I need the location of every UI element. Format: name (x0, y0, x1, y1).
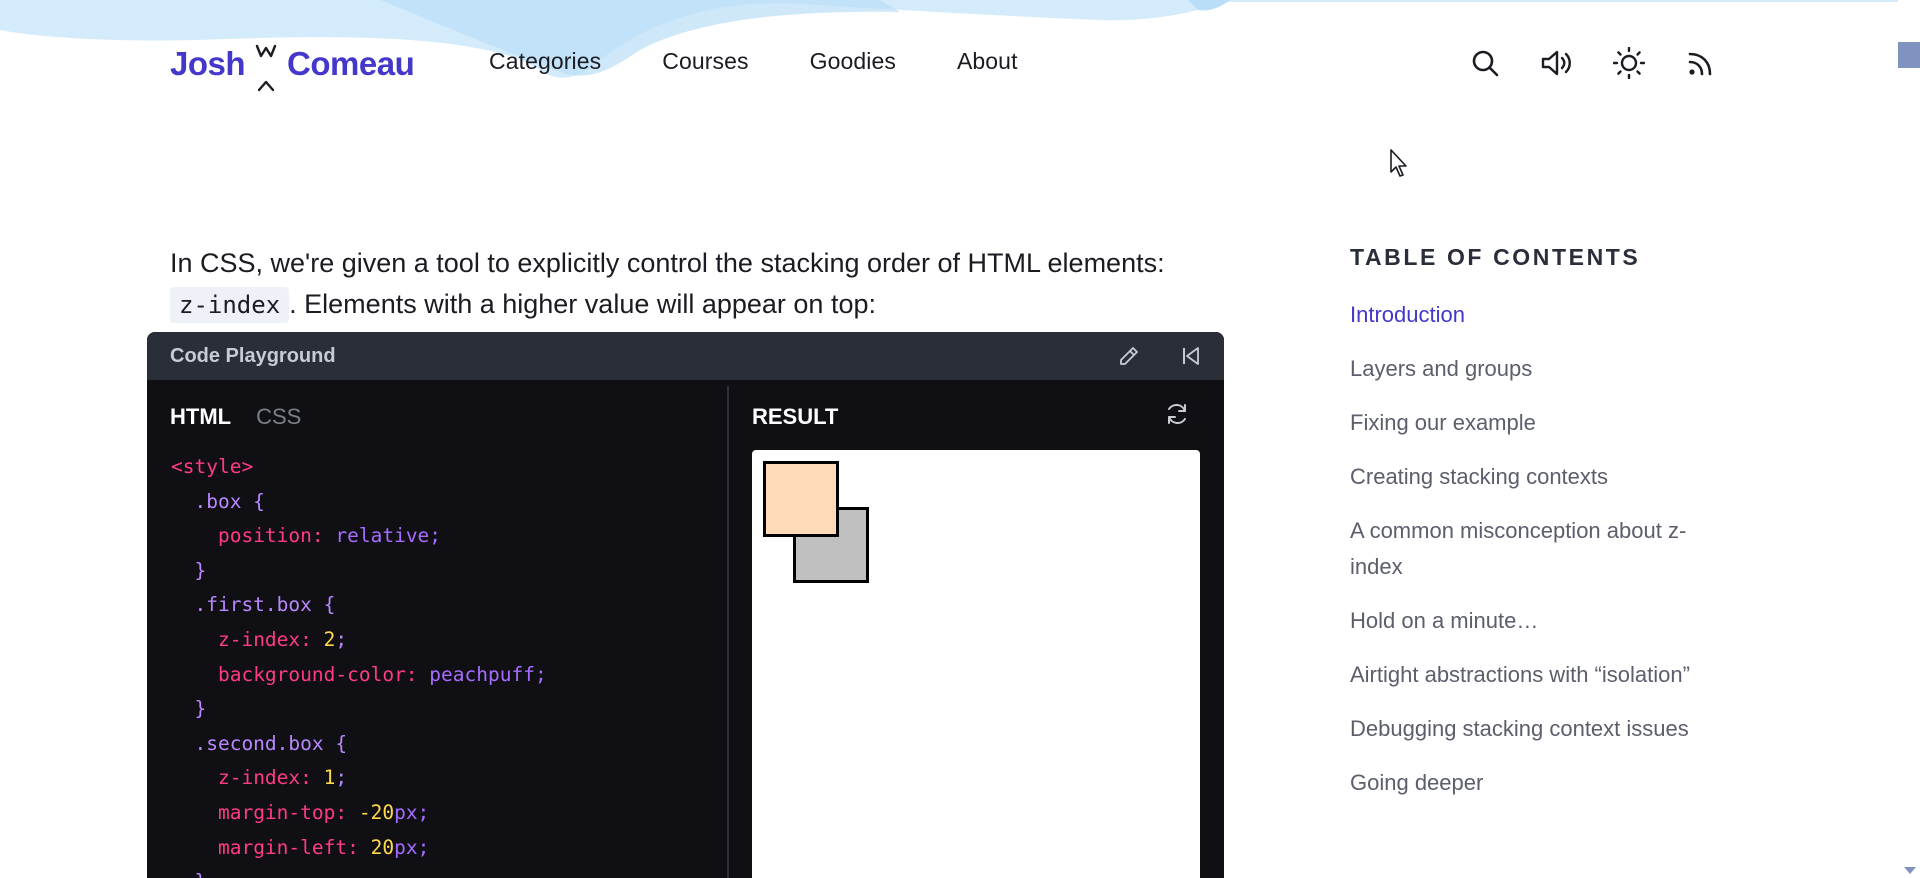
toc-item-introduction[interactable]: Introduction (1350, 297, 1730, 333)
sound-toggle-button[interactable] (1538, 44, 1576, 82)
intro-text-before: In CSS, we're given a tool to explicitly… (170, 248, 1165, 278)
code-token: px; (394, 835, 430, 859)
code-playground: Code Playground HTML CSS <style> .box { … (147, 332, 1224, 878)
nav-about[interactable]: About (957, 48, 1018, 75)
scroll-down-arrow-icon[interactable] (1904, 867, 1916, 874)
pane-divider[interactable] (727, 386, 729, 878)
intro-text-after: . Elements with a higher value will appe… (289, 289, 876, 319)
code-token: } (194, 697, 207, 721)
rss-button[interactable] (1682, 44, 1720, 82)
code-token: margin-top: (217, 800, 348, 824)
playground-title: Code Playground (170, 344, 336, 367)
playground-body: HTML CSS <style> .box { position: relati… (147, 380, 1224, 878)
code-token: } (194, 870, 206, 878)
code-token: px; (394, 800, 430, 824)
search-icon (1472, 50, 1499, 77)
code-editor[interactable]: <style> .box { position: relative; } .fi… (171, 450, 547, 878)
intro-paragraph: In CSS, we're given a tool to explicitly… (170, 243, 1170, 326)
toc-item-airtight-abstractions[interactable]: Airtight abstractions with “isolation” (1350, 657, 1730, 693)
site-logo[interactable]: Josh Comeau (170, 36, 415, 92)
inline-code: z-index (170, 287, 290, 323)
toc-item-hold-on-a-minute[interactable]: Hold on a minute… (1350, 603, 1730, 639)
code-token: z-index: (217, 766, 312, 790)
logo-first-name: Josh (170, 45, 246, 82)
search-button[interactable] (1466, 44, 1504, 82)
toc-item-fixing-our-example[interactable]: Fixing our example (1350, 405, 1730, 441)
reset-skip-back-icon[interactable] (1179, 344, 1203, 368)
toc-heading: TABLE OF CONTENTS (1350, 244, 1641, 270)
page: Josh Comeau Categories Courses Goodies A… (0, 0, 1920, 878)
code-token: margin-left: (217, 835, 359, 859)
playground-header: Code Playground (147, 332, 1224, 380)
code-token: .first.box { (194, 593, 336, 617)
toc-item-layers-and-groups[interactable]: Layers and groups (1350, 351, 1730, 387)
code-token: .second.box { (194, 731, 348, 755)
sound-icon (1541, 50, 1571, 76)
code-token: relative; (323, 524, 442, 548)
editor-tabs: HTML CSS (170, 404, 326, 430)
code-token: position: (217, 524, 324, 548)
result-label: RESULT (752, 404, 839, 429)
code-token: <style> (171, 455, 254, 478)
edit-pencil-icon[interactable] (1117, 344, 1141, 368)
table-of-contents: TABLE OF CONTENTS Introduction Layers an… (1350, 244, 1730, 819)
logo-last-name: Comeau (287, 45, 415, 82)
refresh-icon[interactable] (1163, 400, 1191, 428)
scrollbar-thumb[interactable] (1898, 42, 1920, 68)
code-token: 20 (358, 835, 395, 859)
scrollbar[interactable] (1898, 0, 1920, 878)
nav-goodies[interactable]: Goodies (810, 48, 896, 75)
code-token: z-index: (217, 627, 312, 651)
code-token: 2 (311, 627, 336, 651)
header-actions (1466, 44, 1754, 82)
logo-squiggle-icon (255, 44, 277, 92)
first-box (763, 461, 839, 537)
mouse-cursor-icon (1390, 149, 1407, 177)
code-token: ; (335, 627, 348, 651)
toc-item-debugging-stacking-context[interactable]: Debugging stacking context issues (1350, 711, 1730, 747)
code-token: ; (335, 766, 348, 790)
code-token: peachpuff; (417, 662, 547, 686)
main-nav: Categories Courses Goodies About (489, 48, 1079, 75)
site-header: Josh Comeau Categories Courses Goodies A… (0, 0, 1890, 124)
nav-categories[interactable]: Categories (489, 48, 601, 75)
toc-item-going-deeper[interactable]: Going deeper (1350, 765, 1730, 801)
code-token: background-color: (217, 662, 418, 686)
toc-item-creating-stacking-contexts[interactable]: Creating stacking contexts (1350, 459, 1730, 495)
nav-courses[interactable]: Courses (662, 48, 748, 75)
theme-toggle-button[interactable] (1610, 44, 1648, 82)
code-token: .box { (194, 489, 265, 513)
code-token: -20 (347, 800, 395, 824)
toc-item-common-misconception[interactable]: A common misconception about z-index (1350, 513, 1730, 585)
rss-icon (1688, 52, 1712, 76)
tab-html[interactable]: HTML (170, 404, 231, 430)
code-token: } (194, 558, 207, 582)
sun-icon (1613, 47, 1645, 79)
code-token: 1 (311, 766, 336, 790)
result-preview (752, 450, 1200, 878)
tab-css[interactable]: CSS (256, 404, 301, 430)
